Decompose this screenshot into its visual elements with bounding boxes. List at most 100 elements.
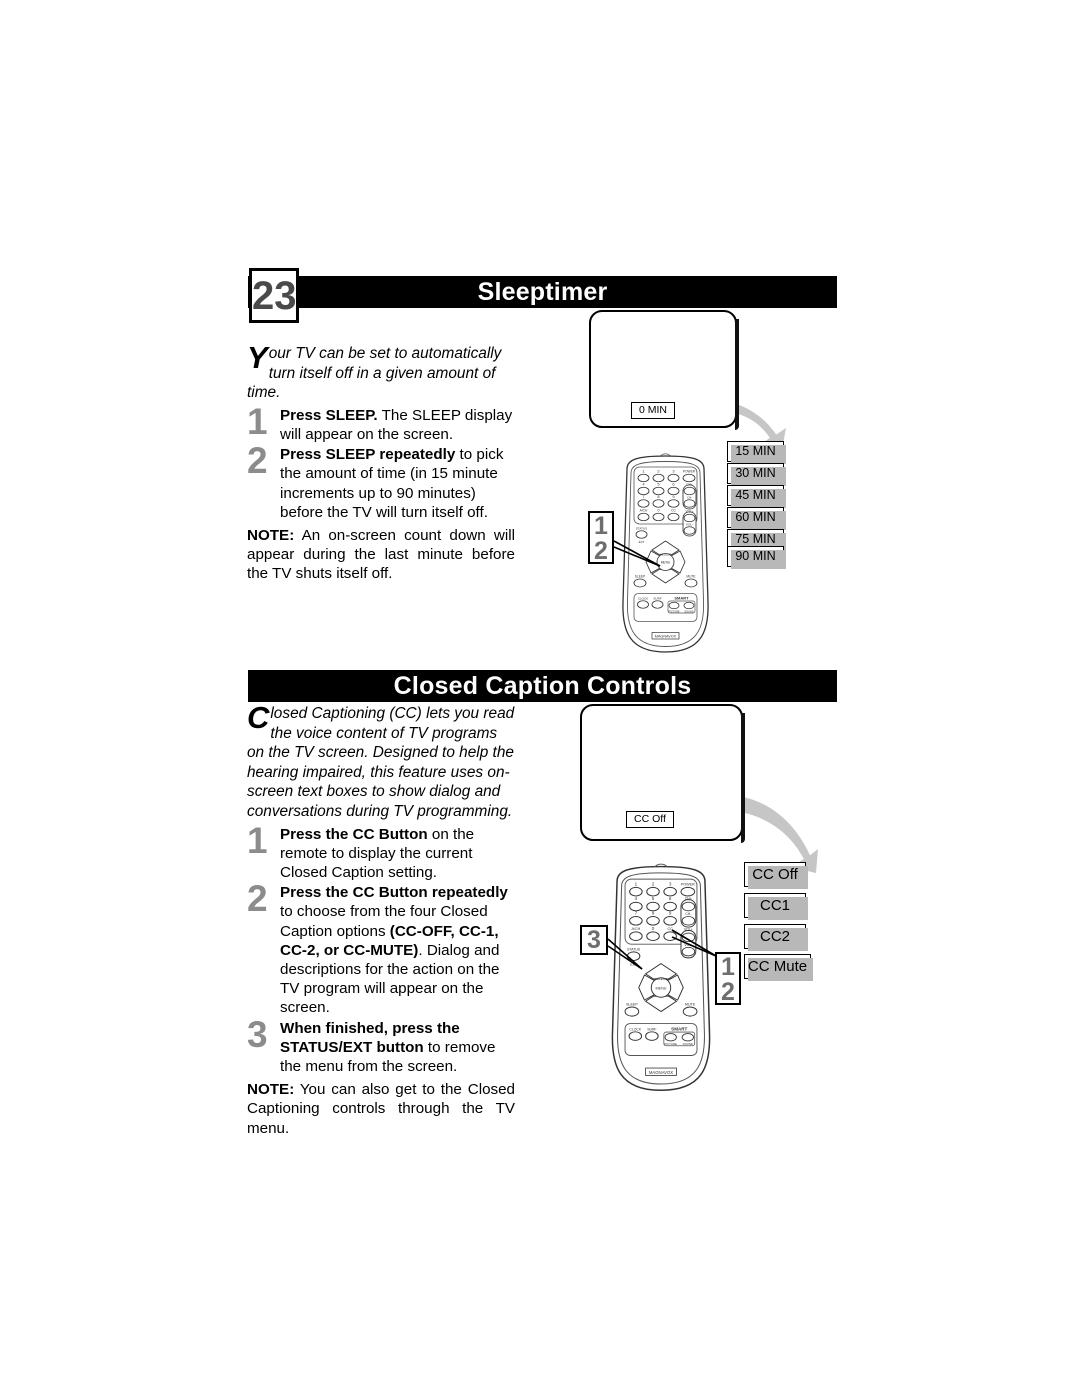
callout-leader-line	[671, 929, 717, 957]
svg-text:POWER: POWER	[681, 882, 695, 886]
callout-box-status-ext: 3	[580, 925, 608, 955]
dropcap-letter: Y	[247, 340, 268, 375]
svg-text:MUTE: MUTE	[686, 575, 696, 579]
svg-text:CLOCK: CLOCK	[638, 597, 648, 601]
svg-text:CH+: CH+	[685, 897, 692, 901]
option-label: 90 MIN	[735, 549, 776, 563]
step-number: 3	[247, 1013, 268, 1055]
option-chip-cc1: CC1	[744, 893, 808, 920]
tv-screen-illustration: 0 MIN	[589, 310, 739, 430]
svg-text:A/CH: A/CH	[640, 509, 648, 513]
svg-text:MAGNAVOX: MAGNAVOX	[655, 635, 677, 639]
svg-text:POWER: POWER	[683, 470, 696, 474]
svg-text:SMART: SMART	[674, 596, 689, 601]
intro-text: losed Captioning (CC) lets you read the …	[247, 705, 515, 820]
section-title: Closed Caption Controls	[393, 672, 692, 700]
option-label: 15 MIN	[735, 444, 776, 458]
option-label: 30 MIN	[735, 466, 776, 480]
callout-number: 1	[721, 953, 735, 981]
svg-text:VOL-: VOL-	[686, 523, 693, 527]
step-bold: Press SLEEP repeatedly	[280, 446, 456, 464]
step-bold: Press SLEEP.	[280, 406, 378, 424]
sleeptimer-note: NOTE: An on-screen count down will appea…	[247, 526, 515, 584]
option-label: CC Mute	[747, 958, 808, 975]
note-label: NOTE:	[247, 1081, 295, 1099]
remote-control-illustration: 1 2 3 POWER 4 5 6 CH+ CH- 7 8 9 A/CH 0 C…	[611, 863, 711, 1092]
svg-text:SOUND: SOUND	[683, 1042, 693, 1046]
cc-intro: Closed Captioning (CC) lets you read the…	[247, 702, 515, 822]
closed-caption-steps: 1 Press the CC Button on the remote to d…	[247, 819, 515, 1077]
svg-text:CC: CC	[671, 509, 676, 513]
callout-leader-line	[613, 540, 661, 567]
closed-caption-note: NOTE: You can also get to the Closed Cap…	[247, 1080, 515, 1138]
step-item: 3 When finished, press the STATUS/EXT bu…	[247, 1013, 515, 1077]
page-number-badge: 23	[249, 268, 299, 323]
option-label: CC Off	[752, 866, 798, 883]
manual-page: Sleeptimer 23 Your TV can be set to auto…	[0, 0, 1080, 1397]
svg-text:MAGNAVOX: MAGNAVOX	[649, 1070, 673, 1075]
option-chip-cc-mute: CC Mute	[744, 954, 813, 981]
step-bold: Press the CC Button repeatedly	[280, 884, 508, 902]
section-header-closed-caption: Closed Caption Controls	[248, 670, 837, 702]
step-item: 2 Press the CC Button repeatedly to choo…	[247, 878, 515, 1017]
option-label: 60 MIN	[735, 510, 776, 524]
step-number: 1	[247, 819, 268, 861]
option-chip-cc2: CC2	[744, 924, 808, 951]
section-title: Sleeptimer	[477, 278, 608, 306]
tv-osd-label: CC Off	[626, 811, 674, 828]
callout-number: 2	[721, 978, 735, 1006]
tv-screen-illustration: CC Off	[580, 704, 745, 843]
closed-caption-body: Closed Captioning (CC) lets you read the…	[247, 702, 515, 1138]
option-chip-cc-off: CC Off	[744, 862, 808, 889]
step-item: 2 Press SLEEP repeatedly to pick the amo…	[247, 440, 515, 522]
sleeptimer-steps: 1 Press SLEEP. The SLEEP display will ap…	[247, 400, 515, 522]
svg-text:SOUND: SOUND	[684, 611, 693, 614]
svg-text:A/CH: A/CH	[631, 927, 640, 931]
option-chip-60min: 60 MIN	[727, 507, 786, 530]
svg-text:VOL+: VOL+	[686, 509, 694, 513]
intro-text: our TV can be set to automatically turn …	[247, 345, 502, 402]
sleeptimer-body: Your TV can be set to automatically turn…	[247, 340, 515, 584]
svg-text:CH-: CH-	[687, 496, 692, 500]
callout-number: 3	[587, 926, 601, 954]
callout-number: 1	[594, 512, 608, 540]
step-text: Press SLEEP repeatedly to pick the amoun…	[280, 445, 515, 522]
svg-text:STATUS: STATUS	[636, 527, 647, 531]
option-chip-90min: 90 MIN	[727, 546, 786, 569]
svg-text:CH-: CH-	[685, 912, 691, 916]
svg-text:CLOCK: CLOCK	[629, 1027, 641, 1031]
svg-text:SLEEP: SLEEP	[635, 575, 645, 579]
step-text: When finished, press the STATUS/EXT butt…	[280, 1019, 515, 1077]
option-label: CC2	[759, 928, 790, 945]
step-text: Press SLEEP. The SLEEP display will appe…	[280, 406, 515, 444]
step-text: Press the CC Button repeatedly to choose…	[280, 883, 515, 1017]
svg-text:PICTURE: PICTURE	[664, 1042, 677, 1046]
svg-text:SURF: SURF	[647, 1027, 656, 1031]
svg-text:SLEEP: SLEEP	[626, 1002, 638, 1006]
sleeptimer-intro: Your TV can be set to automatically turn…	[247, 340, 515, 403]
svg-text:SURF: SURF	[653, 597, 661, 601]
option-chip-45min: 45 MIN	[727, 485, 786, 508]
step-bold: Press the CC Button	[280, 825, 428, 843]
tv-osd-label: 0 MIN	[631, 402, 676, 419]
page-number: 23	[252, 274, 297, 318]
section-header-sleeptimer: Sleeptimer	[248, 276, 837, 308]
callout-number: 2	[594, 537, 608, 565]
step-number: 1	[247, 400, 268, 442]
svg-text:CH+: CH+	[686, 482, 692, 486]
option-chip-30min: 30 MIN	[727, 463, 786, 486]
svg-text:PICTURE: PICTURE	[669, 611, 680, 614]
tv-osd-text: CC Off	[634, 813, 666, 825]
step-item: 1 Press SLEEP. The SLEEP display will ap…	[247, 400, 515, 444]
step-text: Press the CC Button on the remote to dis…	[280, 825, 515, 883]
option-label: 45 MIN	[735, 488, 776, 502]
note-label: NOTE:	[247, 527, 295, 544]
tv-osd-text: 0 MIN	[639, 404, 668, 416]
step-number: 2	[247, 878, 268, 920]
svg-text:SMART: SMART	[671, 1026, 687, 1031]
step-item: 1 Press the CC Button on the remote to d…	[247, 819, 515, 883]
option-chip-15min: 15 MIN	[727, 441, 786, 464]
svg-text:SELECT: SELECT	[655, 977, 667, 981]
svg-text:MENU: MENU	[656, 986, 667, 990]
step-number: 2	[247, 440, 268, 482]
